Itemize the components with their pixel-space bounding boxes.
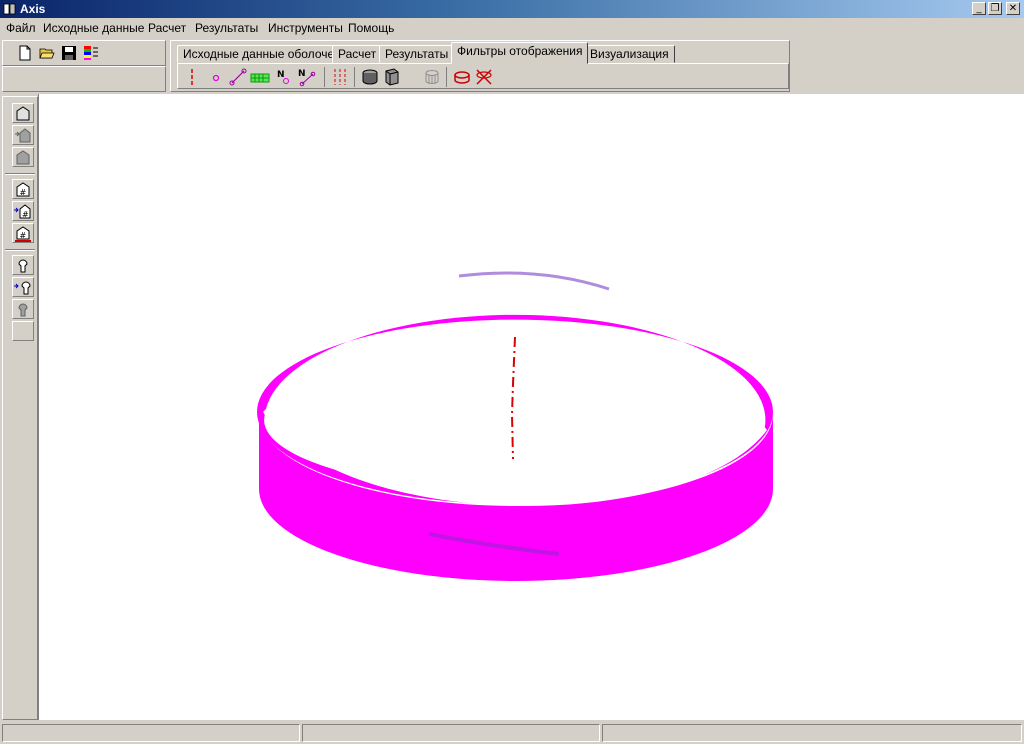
shell-section-icon[interactable] bbox=[382, 67, 402, 87]
element-number-label: N bbox=[298, 69, 306, 79]
viewport-canvas[interactable] bbox=[38, 94, 1024, 720]
support-insert-button[interactable] bbox=[12, 277, 34, 297]
menu-input-data[interactable]: Исходные данные bbox=[43, 21, 144, 35]
ring-load-icon[interactable] bbox=[452, 67, 472, 87]
shell-delete-button[interactable] bbox=[12, 147, 34, 167]
toolbar-separator bbox=[446, 67, 447, 87]
color-palette-icon[interactable] bbox=[83, 45, 99, 61]
element-filter-icon[interactable] bbox=[228, 67, 248, 87]
left-toolbar-separator bbox=[5, 249, 35, 251]
toolbar-separator bbox=[324, 67, 325, 87]
app-icon bbox=[3, 3, 16, 15]
remove-loads-icon[interactable] bbox=[474, 67, 494, 87]
left-toolbar-separator bbox=[5, 173, 35, 175]
left-toolbar: # # # bbox=[2, 96, 38, 720]
menu-help[interactable]: Помощь bbox=[348, 21, 394, 35]
main-toolbar-row2 bbox=[2, 66, 166, 92]
svg-text:#: # bbox=[22, 210, 29, 219]
close-button[interactable]: ✕ bbox=[1006, 2, 1020, 15]
mesh-filter-icon[interactable] bbox=[250, 67, 270, 87]
status-panel-2 bbox=[302, 724, 600, 742]
house-grid-red-icon: # bbox=[15, 226, 31, 242]
mesh-add-button[interactable]: # bbox=[12, 179, 34, 199]
mesh-delete-button[interactable]: # bbox=[12, 223, 34, 243]
tab-panel: Исходные данные оболочек Расчет Результа… bbox=[170, 40, 790, 92]
shell-add-button[interactable] bbox=[12, 103, 34, 123]
element-number-icon[interactable]: N bbox=[296, 67, 316, 87]
support-filled-icon bbox=[18, 303, 28, 317]
house-grid-insert-icon: # bbox=[14, 204, 31, 219]
empty-tool-button[interactable] bbox=[12, 321, 34, 341]
support-add-button[interactable] bbox=[12, 255, 34, 275]
node-number-label: N bbox=[277, 70, 285, 80]
support-delete-button[interactable] bbox=[12, 299, 34, 319]
new-file-icon[interactable] bbox=[17, 45, 33, 61]
shell-shade-top bbox=[458, 271, 610, 291]
save-icon[interactable] bbox=[61, 45, 77, 61]
axis-line-filter-icon[interactable] bbox=[182, 67, 202, 87]
tab-display-filters[interactable]: Фильтры отображения bbox=[451, 42, 589, 64]
window-title: Axis bbox=[20, 2, 46, 16]
axis-lines-filter-icon[interactable] bbox=[330, 67, 350, 87]
cylinder-shell-icon[interactable] bbox=[360, 67, 380, 87]
tab-calculation[interactable]: Расчет bbox=[332, 45, 383, 63]
status-bar bbox=[0, 722, 1024, 744]
tab-shell-input[interactable]: Исходные данные оболочек bbox=[177, 45, 346, 63]
restore-button[interactable]: ❐ bbox=[988, 2, 1002, 15]
support-icon bbox=[18, 259, 28, 273]
menu-bar: Файл Исходные данные Расчет Результаты И… bbox=[0, 18, 1024, 38]
open-folder-icon[interactable] bbox=[39, 45, 55, 61]
toolbar-separator bbox=[354, 67, 355, 87]
house-filled-icon bbox=[16, 150, 30, 165]
minimize-button[interactable]: _ bbox=[972, 2, 986, 15]
tab-visualization[interactable]: Визуализация bbox=[584, 45, 675, 63]
node-filter-icon[interactable] bbox=[206, 67, 226, 87]
filters-toolbar: N N bbox=[177, 63, 789, 89]
house-outline-icon bbox=[16, 106, 30, 121]
title-bar[interactable]: Axis _ ❐ ✕ bbox=[0, 0, 1024, 18]
svg-text:#: # bbox=[20, 231, 27, 240]
menu-calculation[interactable]: Расчет bbox=[148, 21, 186, 35]
main-toolbar bbox=[2, 40, 166, 66]
status-panel-3 bbox=[602, 724, 1022, 742]
shell-insert-button[interactable] bbox=[12, 125, 34, 145]
menu-tools[interactable]: Инструменты bbox=[268, 21, 343, 35]
shell-3d-view bbox=[257, 271, 773, 581]
support-insert-icon bbox=[14, 281, 31, 295]
house-insert-icon bbox=[15, 128, 31, 143]
wireframe-shell-icon[interactable] bbox=[422, 67, 442, 87]
menu-results[interactable]: Результаты bbox=[195, 21, 258, 35]
menu-file[interactable]: Файл bbox=[6, 21, 36, 35]
status-panel-1 bbox=[2, 724, 300, 742]
tab-results[interactable]: Результаты bbox=[379, 45, 455, 63]
house-grid-icon: # bbox=[16, 182, 30, 197]
svg-text:#: # bbox=[20, 188, 27, 197]
mesh-insert-button[interactable]: # bbox=[12, 201, 34, 221]
node-number-icon[interactable]: N bbox=[274, 67, 294, 87]
